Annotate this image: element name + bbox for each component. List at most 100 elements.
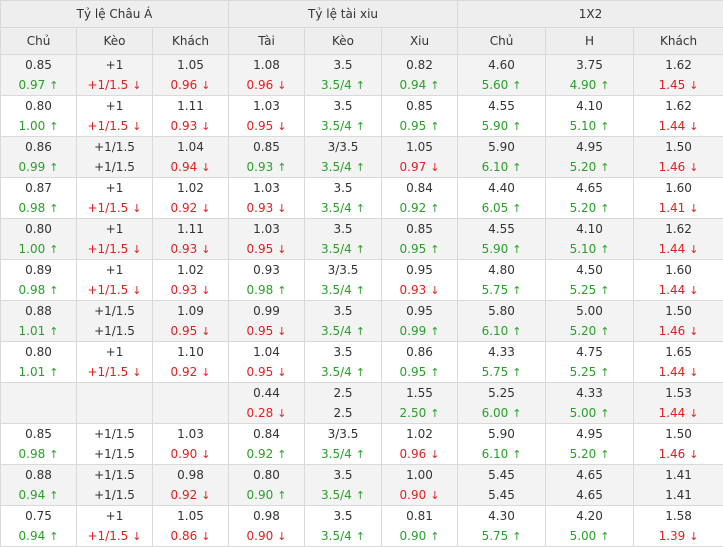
current-value-line: +1/1.5↓ [77, 526, 152, 546]
current-value: 5.20 [570, 160, 597, 174]
arrow-down-icon: ↓ [689, 325, 698, 338]
opening-value: 5.25 [458, 383, 545, 403]
odds-row[interactable]: 0.750.94↑+1+1/1.5↓1.050.86↓0.980.90↓3.53… [1, 506, 723, 547]
current-value: +1/1.5 [87, 201, 128, 215]
current-value: 1.39 [659, 529, 686, 543]
odds-row[interactable]: 0.850.97↑+1+1/1.5↓1.050.96↓1.080.96↓3.53… [1, 55, 723, 96]
arrow-down-icon: ↓ [201, 243, 210, 256]
current-value: 0.97 [400, 160, 427, 174]
current-value: 3.5/4 [321, 78, 352, 92]
odds-row[interactable]: 0.801.00↑+1+1/1.5↓1.110.93↓1.030.95↓3.53… [1, 96, 723, 137]
current-value-line: 5.25↑ [546, 362, 633, 382]
current-value-line: 0.90↓ [382, 485, 457, 505]
opening-value: 4.95 [546, 424, 633, 444]
cell-win-home-odds: 4.605.60↑ [458, 55, 546, 96]
opening-value: 0.85 [382, 96, 457, 116]
opening-value: 0.87 [1, 178, 76, 198]
current-value-line: 0.98↑ [1, 280, 76, 300]
arrow-up-icon: ↑ [430, 325, 439, 338]
cell-away-odds: 1.040.94↓ [153, 137, 229, 178]
current-value-line: 5.75↑ [458, 526, 545, 546]
current-value-line: 0.96↓ [153, 75, 228, 95]
arrow-up-icon: ↑ [512, 284, 521, 297]
current-value: 1.46 [659, 324, 686, 338]
cell-away-odds [153, 383, 229, 424]
odds-row[interactable]: 0.801.01↑+1+1/1.5↓1.100.92↓1.040.95↓3.53… [1, 342, 723, 383]
current-value-line: 1.01↑ [1, 321, 76, 341]
current-value: 0.94 [19, 488, 46, 502]
current-value: 0.95 [247, 365, 274, 379]
current-value: 0.86 [171, 529, 198, 543]
current-value: 0.98 [19, 283, 46, 297]
cell-draw-odds: 4.955.20↑ [546, 424, 634, 465]
arrow-up-icon: ↑ [356, 284, 365, 297]
opening-value: +1 [77, 55, 152, 75]
opening-value: 4.65 [546, 178, 633, 198]
opening-value: 1.10 [153, 342, 228, 362]
opening-value: 4.80 [458, 260, 545, 280]
current-value: 5.90 [482, 119, 509, 133]
cell-win-away-odds: 1.651.44↓ [634, 342, 723, 383]
current-value: 6.10 [482, 160, 509, 174]
opening-value: 2.5 [305, 383, 381, 403]
current-value-line: +1/1.5↓ [77, 362, 152, 382]
column-header-under: Xiu [382, 28, 458, 55]
arrow-down-icon: ↓ [277, 325, 286, 338]
odds-row[interactable]: 0.440.28↓2.52.51.552.50↑5.256.00↑4.335.0… [1, 383, 723, 424]
opening-value: +1 [77, 260, 152, 280]
opening-value: 5.90 [458, 137, 545, 157]
odds-row[interactable]: 0.870.98↑+1+1/1.5↓1.020.92↓1.030.93↓3.53… [1, 178, 723, 219]
current-value: 6.10 [482, 324, 509, 338]
current-value-line: 0.99↑ [1, 157, 76, 177]
current-value: 0.98 [247, 283, 274, 297]
odds-row[interactable]: 0.860.99↑+1/1.5+1/1.51.040.94↓0.850.93↑3… [1, 137, 723, 178]
current-value: 0.95 [400, 242, 427, 256]
arrow-up-icon: ↑ [356, 325, 365, 338]
cell-away-odds: 1.050.86↓ [153, 506, 229, 547]
arrow-up-icon: ↑ [512, 202, 521, 215]
arrow-up-icon: ↑ [600, 325, 609, 338]
arrow-up-icon: ↑ [49, 161, 58, 174]
odds-row[interactable]: 0.801.00↑+1+1/1.5↓1.110.93↓1.030.95↓3.53… [1, 219, 723, 260]
arrow-up-icon: ↑ [356, 79, 365, 92]
arrow-up-icon: ↑ [49, 243, 58, 256]
arrow-up-icon: ↑ [512, 161, 521, 174]
cell-win-away-odds: 1.621.45↓ [634, 55, 723, 96]
current-value: 0.93 [171, 242, 198, 256]
odds-row[interactable]: 0.850.98↑+1/1.5+1/1.51.030.90↓0.840.92↑3… [1, 424, 723, 465]
current-value-line: 3.5/4↑ [305, 362, 381, 382]
opening-value: 1.41 [634, 465, 723, 485]
opening-value: 1.02 [153, 178, 228, 198]
current-value: 0.94 [400, 78, 427, 92]
current-value: 0.92 [247, 447, 274, 461]
odds-row[interactable]: 0.881.01↑+1/1.5+1/1.51.090.95↓0.990.95↓3… [1, 301, 723, 342]
current-value-line: 6.05↑ [458, 198, 545, 218]
cell-handicap: +1/1.5+1/1.5 [77, 424, 153, 465]
opening-value: 1.05 [153, 55, 228, 75]
current-value-line: 1.46↓ [634, 444, 723, 464]
opening-value: +1/1.5 [77, 301, 152, 321]
arrow-up-icon: ↑ [277, 489, 286, 502]
odds-row[interactable]: 0.890.98↑+1+1/1.5↓1.020.93↓0.930.98↑3/3.… [1, 260, 723, 301]
current-value-line: 0.95↑ [382, 116, 457, 136]
current-value-line: +1/1.5↓ [77, 239, 152, 259]
arrow-down-icon: ↓ [132, 284, 141, 297]
arrow-up-icon: ↑ [49, 489, 58, 502]
current-value-line: 5.45 [458, 485, 545, 505]
opening-value: 1.03 [229, 96, 304, 116]
opening-value: 0.93 [229, 260, 304, 280]
current-value: 1.00 [19, 242, 46, 256]
cell-draw-odds: 4.205.00↑ [546, 506, 634, 547]
odds-row[interactable]: 0.880.94↑+1/1.5+1/1.50.980.92↓0.800.90↑3… [1, 465, 723, 506]
arrow-up-icon: ↑ [356, 530, 365, 543]
opening-value: 1.11 [153, 219, 228, 239]
arrow-up-icon: ↑ [512, 325, 521, 338]
current-value-line: 0.94↓ [153, 157, 228, 177]
current-value: +1/1.5 [87, 242, 128, 256]
current-value: 5.75 [482, 365, 509, 379]
current-value-line: 0.99↑ [382, 321, 457, 341]
opening-value: 4.10 [546, 219, 633, 239]
opening-value: 1.58 [634, 506, 723, 526]
current-value: 5.10 [570, 119, 597, 133]
opening-value: 0.75 [1, 506, 76, 526]
